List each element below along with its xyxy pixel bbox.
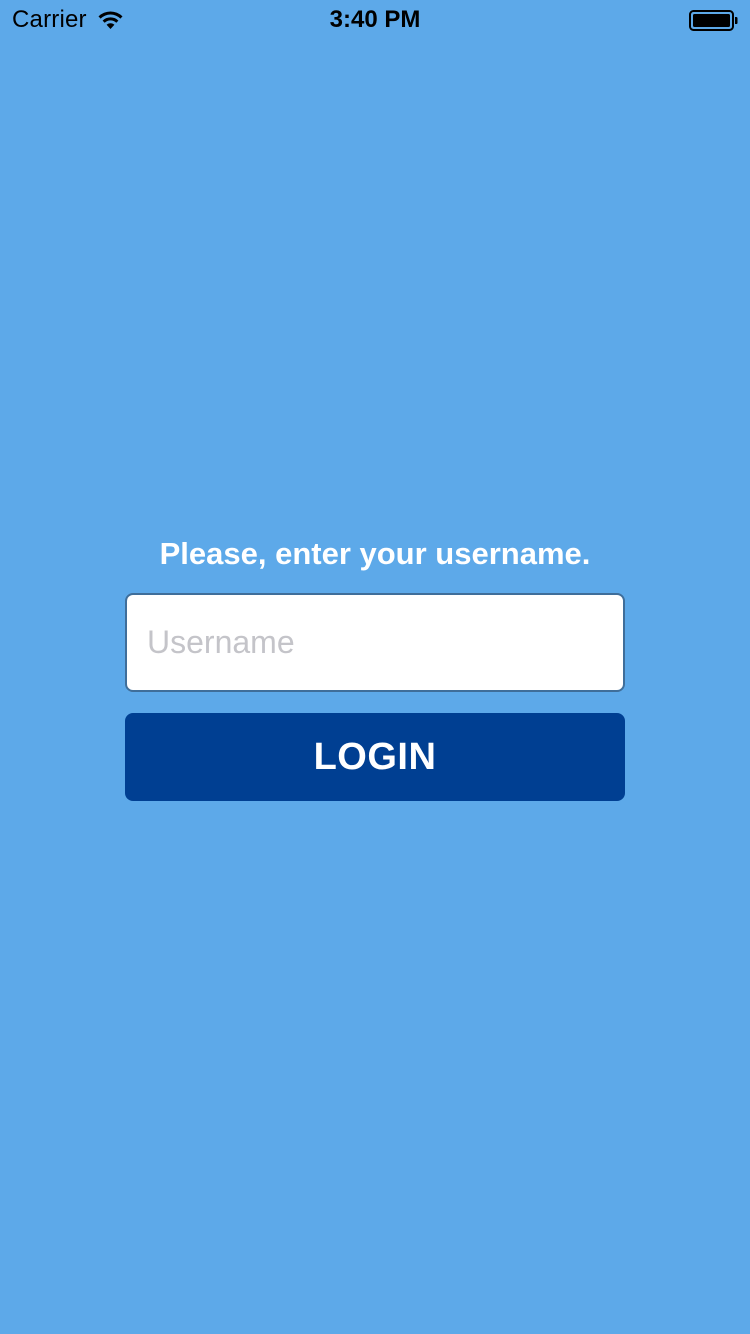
status-bar: Carrier 3:40 PM — [0, 0, 750, 40]
username-input[interactable] — [125, 593, 625, 692]
username-prompt: Please, enter your username. — [159, 536, 591, 571]
login-screen: Carrier 3:40 PM Please, enter your usern… — [0, 0, 750, 1334]
battery-full-icon — [689, 10, 738, 31]
login-button[interactable]: LOGIN — [125, 713, 625, 801]
login-button-label: LOGIN — [313, 735, 437, 778]
status-time: 3:40 PM — [329, 6, 421, 33]
